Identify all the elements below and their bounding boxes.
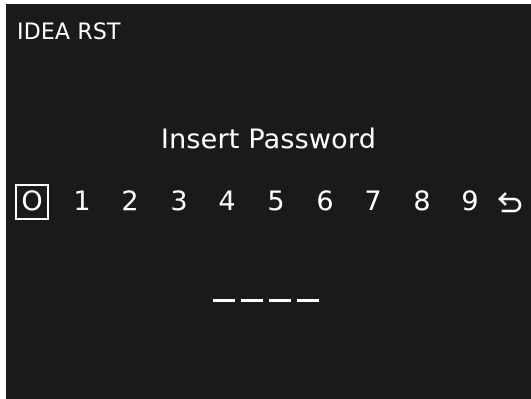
password-entry-slots xyxy=(213,299,333,305)
device-title: IDEA RST xyxy=(17,20,121,45)
key-o[interactable]: O xyxy=(15,184,49,220)
digit-selector: O 1 2 3 4 5 6 7 8 9 xyxy=(6,182,531,224)
key-7[interactable]: 7 xyxy=(358,182,388,222)
key-1[interactable]: 1 xyxy=(67,182,97,222)
key-3[interactable]: 3 xyxy=(164,182,194,222)
return-arrow-icon[interactable] xyxy=(498,190,524,214)
key-5[interactable]: 5 xyxy=(261,182,291,222)
password-slot xyxy=(241,299,263,302)
key-2[interactable]: 2 xyxy=(115,182,145,222)
key-8[interactable]: 8 xyxy=(407,182,437,222)
insert-password-prompt: Insert Password xyxy=(160,124,377,155)
device-screen: IDEA RST Insert Password O 1 2 3 4 5 6 7… xyxy=(6,4,531,399)
password-slot xyxy=(297,299,319,302)
key-4[interactable]: 4 xyxy=(212,182,242,222)
password-slot xyxy=(269,299,291,302)
password-slot xyxy=(213,299,235,302)
key-9[interactable]: 9 xyxy=(455,182,485,222)
key-6[interactable]: 6 xyxy=(310,182,340,222)
